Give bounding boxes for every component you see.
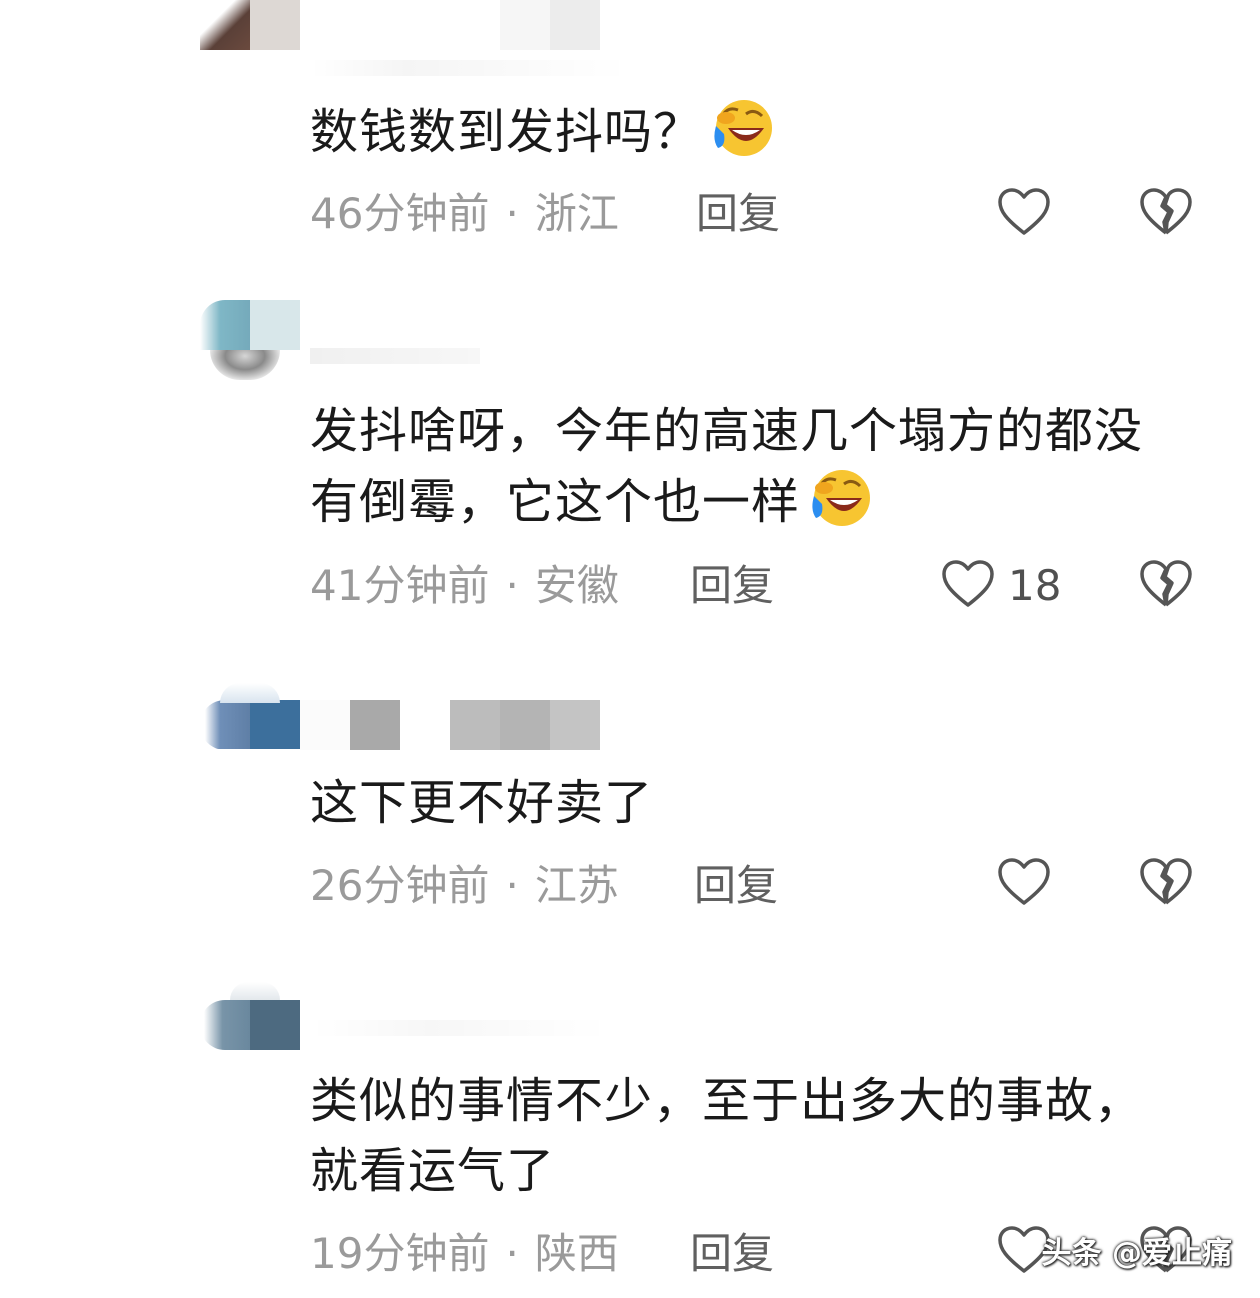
broken-heart-icon[interactable] bbox=[1138, 558, 1194, 610]
username-blurred[interactable] bbox=[550, 700, 600, 750]
comment-text: 这下更不好卖了 bbox=[310, 768, 1210, 838]
avatar[interactable] bbox=[200, 982, 300, 1052]
separator-dot: · bbox=[505, 1229, 519, 1278]
username-blurred[interactable] bbox=[500, 0, 550, 50]
reply-button[interactable]: 回复 bbox=[690, 558, 774, 614]
heart-outline-icon[interactable] bbox=[996, 186, 1052, 238]
comment-meta: 41分钟前 · 安徽 bbox=[310, 558, 619, 614]
comment-text: 数钱数到发抖吗？ bbox=[310, 96, 1210, 167]
comment-time: 26分钟前 bbox=[310, 861, 490, 910]
reply-button[interactable]: 回复 bbox=[696, 186, 780, 242]
comment-text: 发抖啥呀，今年的高速几个塌方的都没 有倒霉，它这个也一样 bbox=[310, 396, 1210, 537]
comment-location: 浙江 bbox=[534, 189, 619, 238]
avatar[interactable] bbox=[200, 300, 300, 380]
username-blurred[interactable] bbox=[300, 700, 350, 750]
comment-time: 41分钟前 bbox=[310, 561, 490, 610]
comment-location: 江苏 bbox=[534, 861, 619, 910]
separator-dot: · bbox=[505, 561, 519, 610]
broken-heart-icon[interactable] bbox=[1138, 856, 1194, 908]
username-ghost bbox=[310, 1020, 610, 1036]
separator-dot: · bbox=[505, 861, 519, 910]
comment-text-content: 发抖啥呀，今年的高速几个塌方的都没 有倒霉，它这个也一样 bbox=[310, 403, 1144, 530]
comment-text-content: 这下更不好卖了 bbox=[310, 775, 654, 831]
like-count: 18 bbox=[1008, 561, 1062, 610]
reply-button[interactable]: 回复 bbox=[690, 1226, 774, 1282]
username-ghost bbox=[310, 60, 630, 76]
avatar[interactable] bbox=[200, 683, 300, 749]
comment-text: 类似的事情不少，至于出多大的事故， 就看运气了 bbox=[310, 1066, 1210, 1206]
username-ghost bbox=[310, 348, 480, 364]
comment-text-content: 类似的事情不少，至于出多大的事故， 就看运气了 bbox=[310, 1073, 1144, 1199]
comment-location: 陕西 bbox=[534, 1229, 619, 1278]
laughing-crying-emoji-icon bbox=[812, 470, 871, 526]
comment-meta: 26分钟前 · 江苏 bbox=[310, 858, 619, 914]
broken-heart-icon[interactable] bbox=[1138, 186, 1194, 238]
separator-dot: · bbox=[505, 189, 519, 238]
avatar[interactable] bbox=[200, 0, 300, 50]
heart-outline-icon[interactable] bbox=[996, 856, 1052, 908]
comment-meta: 46分钟前 · 浙江 bbox=[310, 186, 619, 242]
reply-button[interactable]: 回复 bbox=[694, 858, 778, 914]
comment-time: 46分钟前 bbox=[310, 189, 490, 238]
heart-outline-icon[interactable] bbox=[940, 558, 996, 610]
watermark: 头条 @爱止痛 bbox=[1041, 1236, 1232, 1271]
username-blurred[interactable] bbox=[550, 0, 600, 50]
comment-time: 19分钟前 bbox=[310, 1229, 490, 1278]
username-blurred[interactable] bbox=[450, 700, 500, 750]
comment-meta: 19分钟前 · 陕西 bbox=[310, 1226, 619, 1282]
laughing-crying-emoji-icon bbox=[714, 100, 773, 156]
comment-text-content: 数钱数到发抖吗？ bbox=[310, 104, 703, 160]
username-blurred[interactable] bbox=[500, 700, 550, 750]
username-blurred[interactable] bbox=[350, 700, 400, 750]
comment-location: 安徽 bbox=[534, 561, 619, 610]
